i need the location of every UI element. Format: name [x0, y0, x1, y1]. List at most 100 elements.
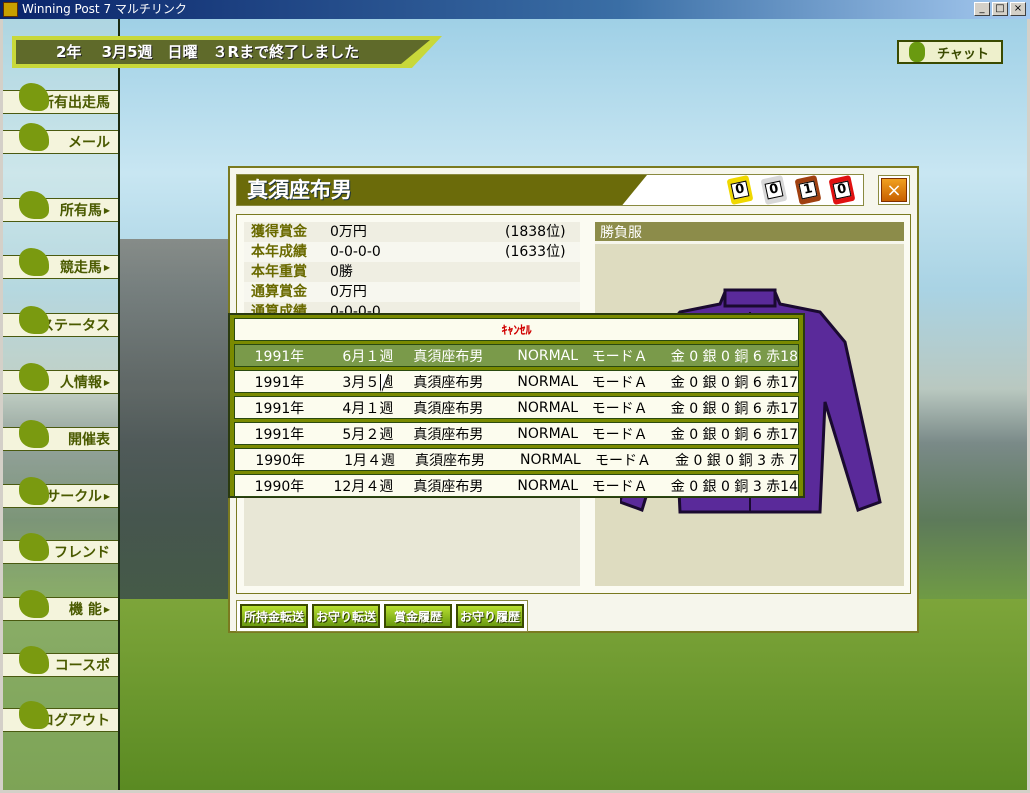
- player-name: 真須座布男: [237, 175, 647, 205]
- status-text: 2年 3月5週 日曜 ３Rまで終了しました: [16, 40, 430, 64]
- row-submode: モードＡ: [591, 478, 648, 495]
- row-name: 真須座布男: [413, 426, 484, 443]
- close-button[interactable]: ×: [878, 175, 910, 205]
- row-name: 真須座布男: [413, 400, 484, 417]
- history-row[interactable]: 1991年 3月５週 真須座布男 NORMAL モードＡ 金 0 銀 0 銅 6 赤17: [234, 370, 799, 393]
- sidebar-item[interactable]: ステータス: [3, 306, 118, 337]
- sidebar-item[interactable]: ログアウト: [3, 701, 118, 732]
- row-mode: NORMAL: [520, 451, 581, 468]
- info-label: 本年重賞: [251, 264, 307, 280]
- app-icon: [3, 2, 18, 17]
- sidebar-item-label: サークル: [46, 489, 102, 505]
- row-week: 6月１週: [342, 348, 394, 365]
- history-select-popup: ｷｬﾝｾﾙ 1991年 6月１週 真須座布男 NORMAL モードＡ 金 0 銀 0 銅 …: [228, 313, 805, 498]
- info-rank: (1838位): [505, 224, 566, 240]
- sidebar-item-label: メール: [68, 135, 110, 151]
- title-bar: Winning Post 7 マルチリンク _ □ ×: [0, 0, 1030, 19]
- sidebar-item-label: 競走馬: [59, 260, 102, 276]
- sidebar-item[interactable]: 機 能 ▶: [3, 590, 118, 621]
- submenu-arrow-icon: ▶: [103, 205, 110, 215]
- row-submode: モードＡ: [591, 400, 648, 417]
- jockey-icon: [19, 83, 49, 111]
- row-mode: NORMAL: [517, 425, 579, 442]
- row-submode: モードＡ: [591, 426, 648, 443]
- info-row: 本年成績 0-0-0-0 (1633位): [244, 242, 580, 262]
- person-icon: [19, 363, 49, 391]
- row-name: 真須座布男: [415, 452, 485, 469]
- action-button[interactable]: 所持金転送: [240, 604, 308, 628]
- chat-person-icon: [909, 42, 925, 62]
- person-icon: [19, 306, 49, 334]
- info-label: 本年成績: [251, 244, 307, 260]
- sidebar-item[interactable]: 競走馬 ▶: [3, 248, 118, 279]
- info-label: 獲得賞金: [251, 224, 307, 240]
- sidebar-item-label: ログアウト: [40, 713, 110, 729]
- game-area: 所有出走馬 メール 所有馬 ▶ 競走馬 ▶ ステータス 人情報 ▶ 開催表 サークル ▶ フレンド機 能…: [3, 19, 1027, 790]
- cancel-option[interactable]: ｷｬﾝｾﾙ: [234, 318, 799, 341]
- sidebar-item[interactable]: 開催表: [3, 420, 118, 451]
- sidebar-item[interactable]: サークル ▶: [3, 477, 118, 508]
- row-year: 1991年: [254, 426, 305, 443]
- heart-icon: [19, 533, 49, 561]
- action-button[interactable]: お守り転送: [312, 604, 380, 628]
- folder-icon: [19, 590, 49, 618]
- status-bar: 2年 3月5週 日曜 ３Rまで終了しました: [12, 36, 442, 68]
- history-row[interactable]: 1991年 4月１週 真須座布男 NORMAL モードＡ 金 0 銀 0 銅 6 赤17: [234, 396, 799, 419]
- sidebar-item-label: 人情報: [59, 375, 102, 391]
- history-row[interactable]: 1991年 5月２週 真須座布男 NORMAL モードＡ 金 0 銀 0 銅 6 赤17: [234, 422, 799, 445]
- charm-badge-icon: 0: [726, 174, 754, 206]
- info-value: 0-0-0-0: [330, 244, 381, 260]
- history-row[interactable]: 1990年 12月４週 真須座布男 NORMAL モードＡ 金 0 銀 0 銅 3 赤14: [234, 474, 799, 497]
- minimize-button[interactable]: _: [974, 2, 990, 16]
- info-row: 本年重賞 0勝: [244, 262, 580, 282]
- sidebar-item[interactable]: 人情報 ▶: [3, 363, 118, 394]
- row-year: 1990年: [254, 478, 305, 495]
- info-rank: [505, 282, 580, 302]
- row-charms: 金 0 銀 0 銅 3 赤 7: [675, 452, 798, 469]
- sidebar-item[interactable]: コースポ: [3, 646, 118, 677]
- horse-head-icon: [19, 191, 49, 219]
- history-row[interactable]: 1990年 1月４週 真須座布男 NORMAL モードＡ 金 0 銀 0 銅 3 赤 7: [234, 448, 799, 471]
- sidebar-item[interactable]: 所有馬 ▶: [3, 191, 118, 222]
- sidebar-item-label: 所有馬: [59, 203, 102, 219]
- row-week: 12月４週: [333, 478, 394, 495]
- row-charms: 金 0 銀 0 銅 3 赤14: [670, 478, 798, 495]
- charm-badge-icon: 1: [794, 174, 822, 206]
- info-row: 獲得賞金 0万円 (1838位): [244, 222, 580, 242]
- action-button[interactable]: お守り履歴: [456, 604, 524, 628]
- horse-head-icon: [19, 248, 49, 276]
- dialog-header: 真須座布男 0010: [236, 174, 864, 206]
- sidebar-item-label: ステータス: [40, 318, 110, 334]
- charm-count: 1: [798, 180, 818, 200]
- sidebar-item-label: 開催表: [68, 432, 110, 448]
- charm-badge-icon: 0: [760, 174, 788, 206]
- sidebar-item-label: コースポ: [54, 658, 110, 674]
- close-icon: ×: [881, 178, 907, 202]
- history-row[interactable]: 1991年 6月１週 真須座布男 NORMAL モードＡ 金 0 銀 0 銅 6 赤18: [234, 344, 799, 367]
- row-mode: NORMAL: [517, 347, 579, 364]
- row-year: 1991年: [254, 400, 305, 417]
- close-window-button[interactable]: ×: [1010, 2, 1026, 16]
- sidebar-item[interactable]: フレンド: [3, 533, 118, 564]
- charm-count: 0: [764, 180, 784, 200]
- chat-button[interactable]: チャット: [897, 40, 1003, 64]
- row-year: 1991年: [254, 348, 305, 365]
- maximize-button[interactable]: □: [992, 2, 1008, 16]
- charm-count: 0: [730, 180, 750, 200]
- row-submode: モードＡ: [595, 452, 651, 469]
- sidebar-item[interactable]: 所有出走馬: [3, 83, 118, 114]
- mail-icon: [19, 123, 49, 151]
- info-value: 0万円: [330, 224, 367, 240]
- chat-label: チャット: [937, 46, 989, 62]
- row-name: 真須座布男: [413, 348, 484, 365]
- action-button[interactable]: 賞金履歴: [384, 604, 452, 628]
- row-week: 3月５週: [342, 374, 394, 391]
- sidebar-item[interactable]: メール: [3, 123, 118, 154]
- row-submode: モードＡ: [591, 374, 648, 391]
- window-title: Winning Post 7 マルチリンク: [22, 2, 187, 16]
- info-rank: [505, 262, 580, 282]
- info-value: 0万円: [330, 284, 367, 300]
- row-mode: NORMAL: [517, 373, 579, 390]
- row-name: 真須座布男: [413, 478, 484, 495]
- charm-count: 0: [832, 180, 852, 200]
